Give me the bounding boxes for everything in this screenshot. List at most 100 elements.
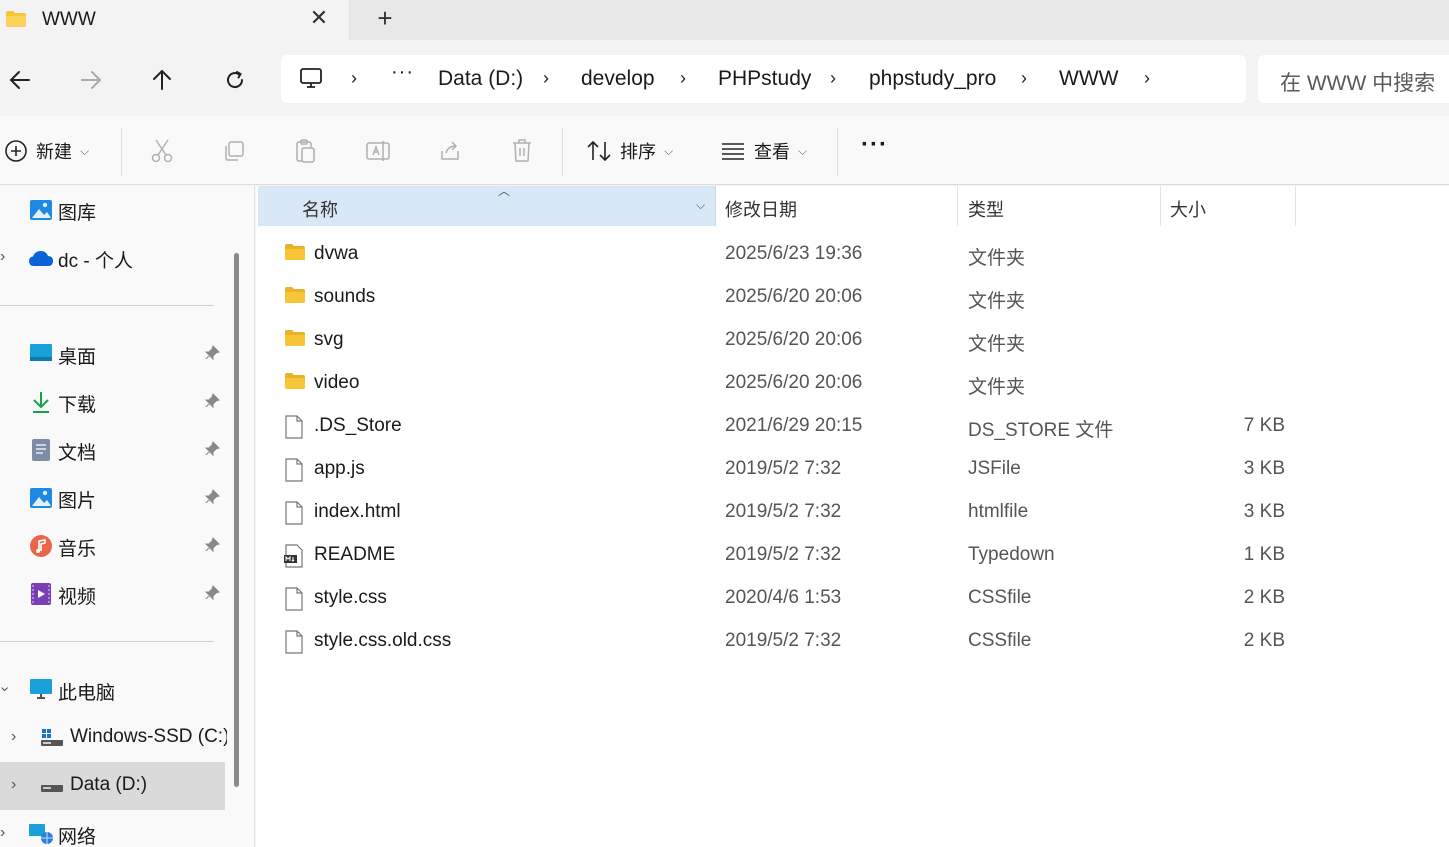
chevron-right-icon[interactable]: ›	[11, 728, 16, 746]
breadcrumb-develop[interactable]: develop	[581, 67, 655, 91]
file-name: .DS_Store	[314, 415, 402, 436]
column-header-type[interactable]: 类型	[958, 186, 1161, 226]
sort-label: 排序	[620, 142, 656, 162]
breadcrumb-separator-icon[interactable]: ›	[1144, 68, 1150, 89]
file-date: 2025/6/23 19:36	[725, 243, 863, 264]
computer-icon[interactable]	[299, 67, 323, 94]
sidebar-item-pictures[interactable]: 图片	[0, 474, 225, 522]
sidebar-item-gallery[interactable]: 图库	[0, 186, 225, 234]
sidebar-item-downloads[interactable]: 下载	[0, 378, 225, 426]
file-row[interactable]: video 2025/6/20 20:06 文件夹	[258, 362, 1298, 405]
sidebar-item-documents[interactable]: 文档	[0, 426, 225, 474]
file-date: 2020/4/6 1:53	[725, 587, 842, 608]
cut-button[interactable]	[150, 136, 174, 166]
breadcrumb-more-button[interactable]: ···	[391, 61, 414, 84]
column-header-size[interactable]: 大小	[1161, 186, 1296, 226]
pin-icon[interactable]	[204, 585, 220, 606]
sidebar-item-this-pc[interactable]: › 此电脑	[0, 666, 225, 714]
close-tab-icon[interactable]: ✕	[306, 6, 332, 32]
tab-www[interactable]: WWW ✕	[0, 0, 350, 40]
file-size: 2 KB	[1243, 630, 1285, 651]
breadcrumb-separator-icon[interactable]: ›	[351, 68, 357, 89]
file-row[interactable]: README 2019/5/2 7:32 Typedown 1 KB	[258, 534, 1298, 577]
file-row[interactable]: svg 2025/6/20 20:06 文件夹	[258, 319, 1298, 362]
file-type: htmlfile	[968, 501, 1029, 522]
chevron-right-icon[interactable]: ›	[0, 248, 5, 266]
column-header-name[interactable]: ︿ 名称 ⌵	[258, 184, 716, 226]
sidebar-item-music[interactable]: 音乐	[0, 522, 225, 570]
sidebar-item-desktop[interactable]: 桌面	[0, 330, 225, 378]
new-button[interactable]: 新建 ⌵	[4, 136, 89, 166]
pin-icon[interactable]	[204, 537, 220, 558]
view-button[interactable]: 查看 ⌵	[720, 136, 807, 166]
pin-icon[interactable]	[204, 393, 220, 414]
breadcrumb-separator-icon[interactable]: ›	[830, 68, 836, 89]
desktop-icon	[29, 342, 53, 369]
rename-button[interactable]	[365, 136, 391, 166]
sidebar-item-videos[interactable]: 视频	[0, 570, 225, 618]
file-row[interactable]: .DS_Store 2021/6/29 20:15 DS_STORE 文件 7 KB	[258, 405, 1298, 448]
breadcrumb-data-d[interactable]: Data (D:)	[438, 67, 523, 91]
back-button[interactable]	[2, 62, 38, 98]
search-placeholder[interactable]: 在 WWW 中搜索	[1280, 67, 1435, 97]
sidebar-item-onedrive[interactable]: › dc - 个人	[0, 234, 225, 282]
file-size: 3 KB	[1243, 501, 1285, 522]
folder-icon	[284, 286, 306, 309]
breadcrumb-phpstudy-pro[interactable]: phpstudy_pro	[869, 67, 996, 91]
music-icon	[29, 534, 53, 563]
file-size: 3 KB	[1243, 458, 1285, 479]
refresh-button[interactable]	[217, 62, 253, 98]
file-type: CSSfile	[968, 630, 1032, 651]
sidebar-item-network[interactable]: › 网络	[0, 810, 225, 847]
navigation-bar: › ··· Data (D:) › develop › PHPstudy › p…	[0, 40, 1449, 116]
address-bar[interactable]: › ··· Data (D:) › develop › PHPstudy › p…	[281, 55, 1246, 103]
search-box[interactable]: 在 WWW 中搜索	[1258, 55, 1449, 103]
file-row[interactable]: style.css 2020/4/6 1:53 CSSfile 2 KB	[258, 577, 1298, 620]
breadcrumb-separator-icon[interactable]: ›	[543, 68, 549, 89]
copy-button[interactable]	[222, 136, 246, 166]
folder-icon	[284, 372, 306, 395]
share-button[interactable]	[438, 136, 462, 166]
see-more-button[interactable]: ···	[861, 130, 888, 160]
file-icon	[284, 458, 304, 487]
new-tab-button[interactable]: +	[371, 4, 399, 32]
file-row[interactable]: index.html 2019/5/2 7:32 htmlfile 3 KB	[258, 491, 1298, 534]
sidebar-item-drive-d[interactable]: › Data (D:)	[0, 762, 225, 810]
chevron-right-icon[interactable]: ›	[11, 776, 16, 794]
pin-icon[interactable]	[204, 489, 220, 510]
file-row[interactable]: style.css.old.css 2019/5/2 7:32 CSSfile 2 K…	[258, 620, 1298, 663]
file-size: 1 KB	[1243, 544, 1285, 565]
navigation-pane: 图库 › dc - 个人 桌面 下载 文档 图片 音乐 视频 此电脑 › Win…	[0, 185, 229, 847]
file-row[interactable]: dvwa 2025/6/23 19:36 文件夹	[258, 233, 1298, 276]
column-header-date[interactable]: 修改日期	[716, 186, 958, 226]
pin-icon[interactable]	[204, 441, 220, 462]
paste-button[interactable]	[294, 136, 318, 166]
tab-bar: WWW ✕ +	[0, 0, 1449, 40]
file-row[interactable]: sounds 2025/6/20 20:06 文件夹	[258, 276, 1298, 319]
breadcrumb-www[interactable]: WWW	[1059, 67, 1118, 91]
file-name: video	[314, 372, 360, 393]
column-label: 修改日期	[725, 200, 797, 220]
sidebar-scrollbar-thumb[interactable]	[234, 253, 239, 787]
breadcrumb-separator-icon[interactable]: ›	[680, 68, 686, 89]
breadcrumb-separator-icon[interactable]: ›	[1021, 68, 1027, 89]
sidebar-item-drive-c[interactable]: › Windows-SSD (C:)	[0, 714, 229, 762]
pin-icon[interactable]	[204, 345, 220, 366]
column-label: 名称	[302, 200, 338, 220]
chevron-down-icon[interactable]: ›	[0, 686, 14, 691]
toolbar-divider	[837, 128, 838, 176]
sidebar-scrollbar-track[interactable]	[227, 185, 255, 847]
sidebar-label: 此电脑	[58, 683, 116, 704]
cut-icon	[151, 139, 173, 163]
sort-button[interactable]: 排序 ⌵	[586, 136, 673, 166]
file-row[interactable]: app.js 2019/5/2 7:32 JSFile 3 KB	[258, 448, 1298, 491]
up-button[interactable]	[144, 62, 180, 98]
breadcrumb-phpstudy[interactable]: PHPstudy	[718, 67, 811, 91]
forward-button[interactable]	[73, 62, 109, 98]
delete-button[interactable]	[510, 136, 534, 166]
file-date: 2021/6/29 20:15	[725, 415, 863, 436]
sidebar-label: 视频	[58, 587, 97, 608]
chevron-right-icon[interactable]: ›	[0, 824, 5, 842]
folder-icon	[284, 329, 306, 352]
chevron-down-icon[interactable]: ⌵	[696, 198, 705, 213]
